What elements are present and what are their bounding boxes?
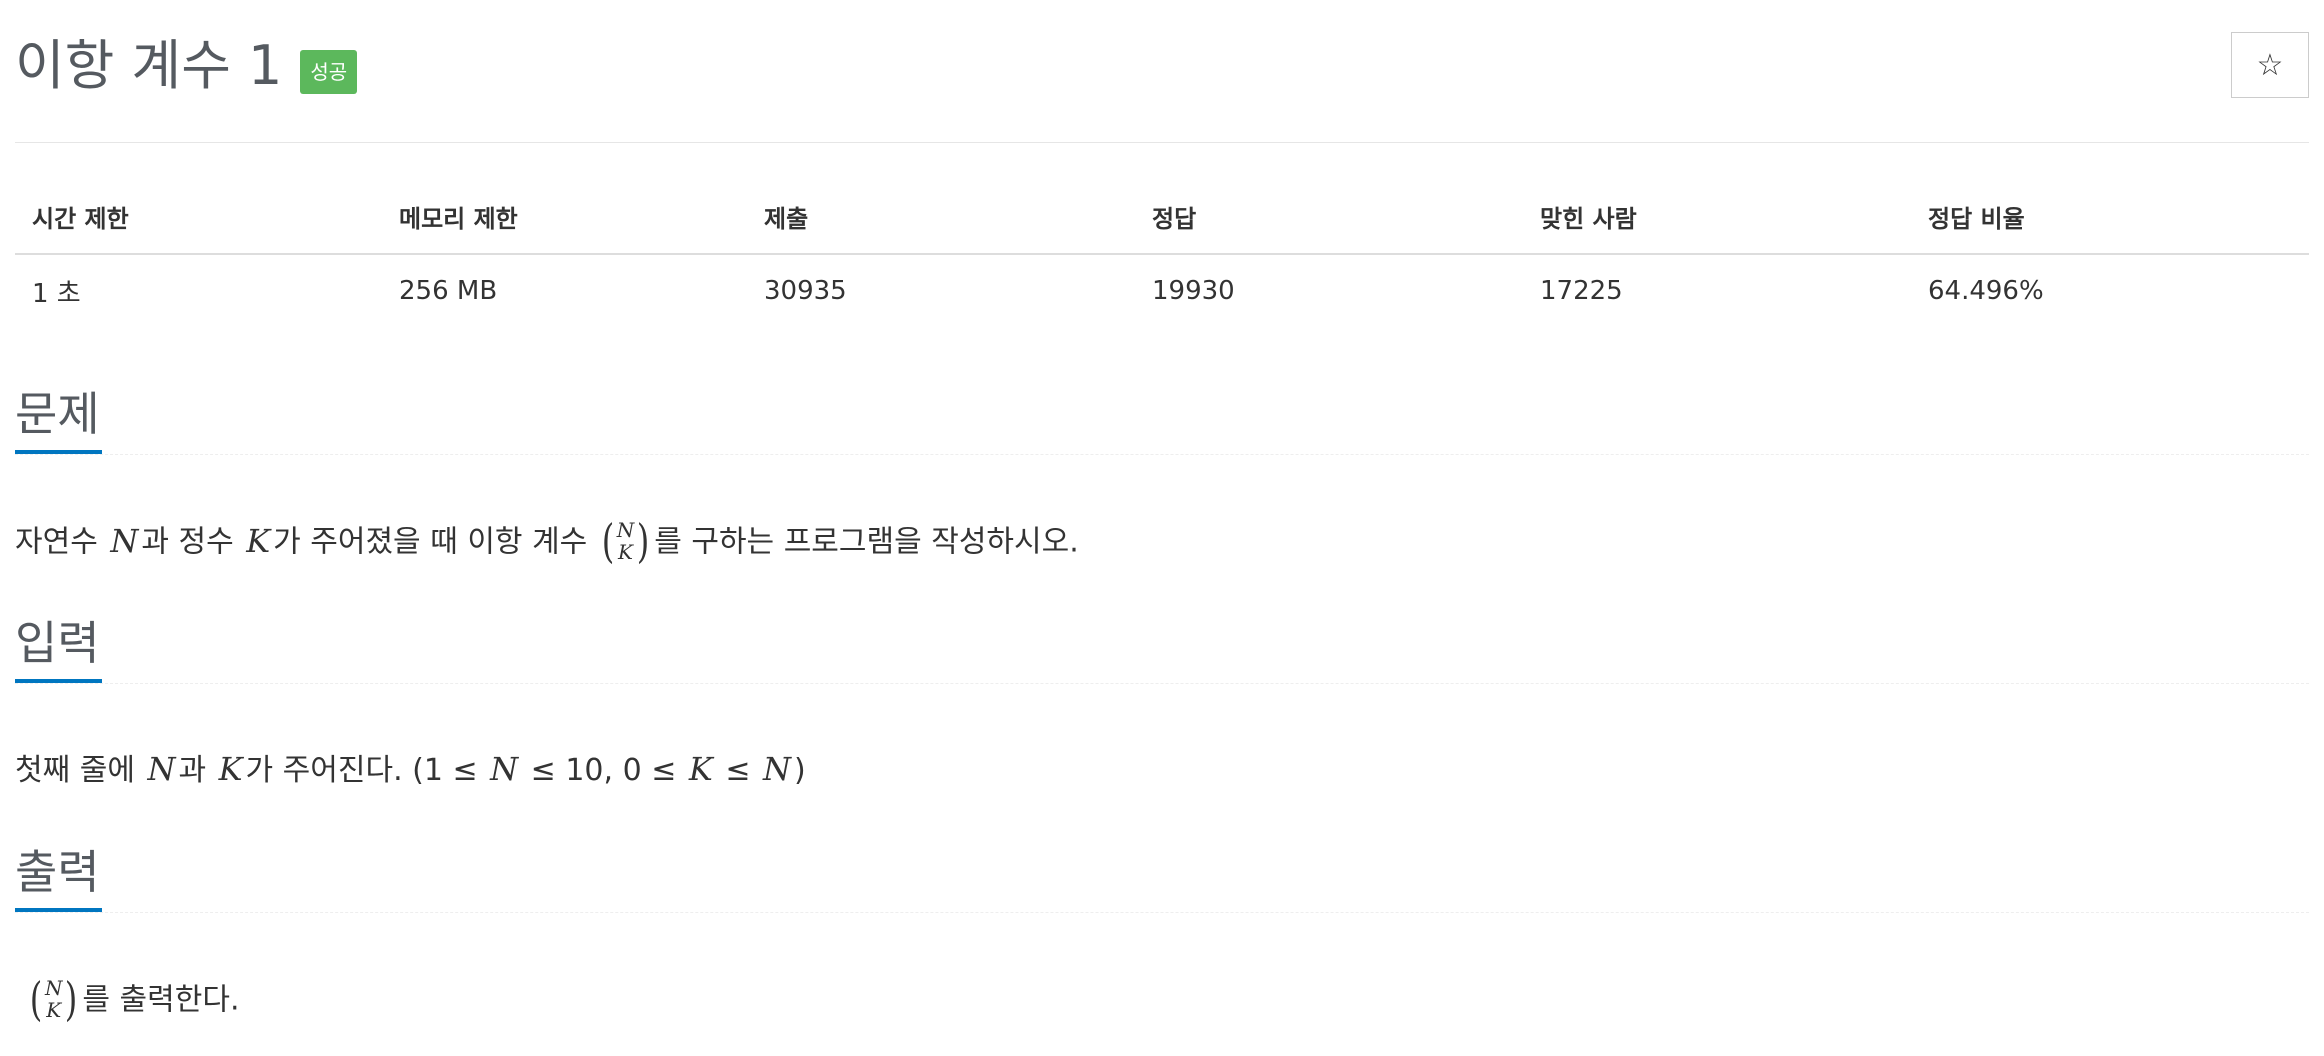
math-variable: N [490,750,519,788]
info-value-memory-limit: 256 MB [399,276,498,306]
info-header-time-limit: 시간 제한 [15,180,382,255]
section-output: 출력 (N K) 를 출력한다. [15,840,2309,1022]
section-input: 입력 첫째 줄에 N과 K가 주어진다. (1 ≤ N ≤ 10, 0 ≤ K … [15,611,2309,788]
binom-top: N [616,518,635,542]
text-segment: ) [794,753,806,788]
info-value-solved-users: 17225 [1540,276,1623,306]
problem-info-table: 시간 제한 메모리 제한 제출 정답 맞힌 사람 정답 비율 1 초 256 M… [15,180,2309,327]
info-value-time-limit: 1 초 [32,278,81,309]
text-segment: ≤ [715,753,761,788]
math-variable: K [246,521,271,560]
text-segment: 첫째 줄에 [15,753,145,788]
output-text: (N K) 를 출력한다. [25,972,240,1026]
info-value-submissions: 30935 [764,276,847,306]
math-variable: N [110,521,139,560]
favorite-star-button[interactable]: ☆ [2231,32,2309,98]
section-headline: 문제 [15,382,2309,455]
math-variable: K [688,750,713,788]
section-headline: 출력 [15,840,2309,913]
star-icon: ☆ [2256,48,2284,82]
info-value-accepted: 19930 [1152,276,1235,306]
problem-title: 이항 계수 1 성공 [15,30,358,102]
status-badge: 성공 [300,50,358,94]
text-segment: 가 주어진다. (1 ≤ [245,753,488,788]
binom-top: N [44,976,63,1000]
text-segment: 를 출력한다. [82,982,240,1018]
section-headline: 입력 [15,611,2309,684]
text-segment: 를 구하는 프로그램을 작성하시오. [654,524,1079,560]
math-variable: N [147,750,176,788]
text-segment: 과 정수 [141,524,244,560]
info-header-submissions: 제출 [747,180,1135,255]
binomial-coefficient: (N K) [29,972,78,1026]
info-header-memory-limit: 메모리 제한 [382,180,747,255]
binomial-coefficient: (N K) [601,514,650,568]
text-segment: ≤ 10, 0 ≤ [521,753,686,788]
info-header-accepted: 정답 [1135,180,1523,255]
section-title-description: 문제 [15,382,102,454]
info-header-accept-ratio: 정답 비율 [1911,180,2309,255]
text-segment: 자연수 [15,524,108,560]
section-description: 문제 자연수 N과 정수 K가 주어졌을 때 이항 계수 (N K) 를 구하는 프… [15,382,2309,564]
info-header-solved-users: 맞힌 사람 [1523,180,1911,255]
description-text: 자연수 N과 정수 K가 주어졌을 때 이항 계수 (N K) 를 구하는 프로그램… [15,514,1079,568]
info-value-accept-ratio: 64.496% [1928,276,2044,306]
text-segment: 과 [178,753,216,788]
math-variable: N [763,750,792,788]
info-table-value-row: 1 초 256 MB 30935 19930 17225 64.496% [15,254,2309,327]
section-title-output: 출력 [15,840,102,912]
problem-page: 이항 계수 1 성공 ☆ 시간 제한 메모리 제한 제출 정답 맞힌 사람 정답… [15,0,2309,1022]
problem-header: 이항 계수 1 성공 ☆ [15,0,2309,143]
problem-title-text: 이항 계수 1 [15,34,283,97]
text-segment: 가 주어졌을 때 이항 계수 [273,524,597,560]
math-variable: K [218,750,243,788]
section-title-input: 입력 [15,611,102,683]
input-text: 첫째 줄에 N과 K가 주어진다. (1 ≤ N ≤ 10, 0 ≤ K ≤ N… [15,749,806,791]
binom-bottom: K [618,540,633,564]
binom-bottom: K [46,998,62,1022]
info-table-header-row: 시간 제한 메모리 제한 제출 정답 맞힌 사람 정답 비율 [15,180,2309,255]
